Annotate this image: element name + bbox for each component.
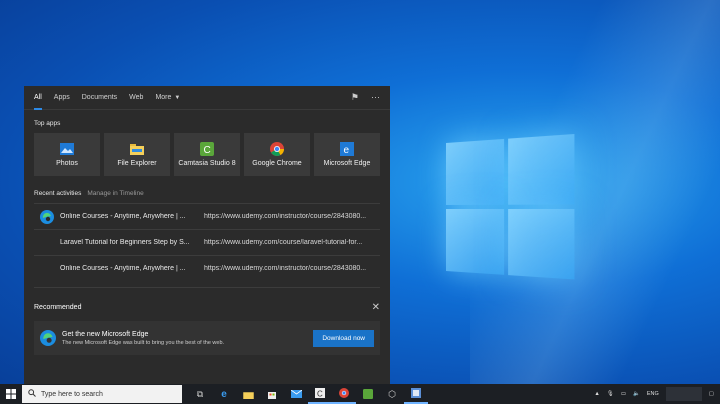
- recent-item-url: https://www.udemy.com/instructor/course/…: [204, 213, 367, 220]
- app-label: Camtasia Studio 8: [178, 160, 236, 167]
- windows-logo: [446, 133, 579, 285]
- recent-list: Online Courses - Anytime, Anywhere | ...…: [24, 203, 390, 281]
- search-placeholder: Type here to search: [41, 390, 103, 398]
- app-tile-edge[interactable]: e Microsoft Edge: [314, 133, 380, 176]
- folder-icon[interactable]: [236, 384, 260, 404]
- photos-icon: [60, 142, 74, 156]
- task-view-icon[interactable]: ⧉: [188, 384, 212, 404]
- close-icon[interactable]: ✕: [372, 302, 380, 313]
- notifications-icon[interactable]: ▢: [709, 391, 714, 397]
- recommended-title: Recommended: [34, 304, 82, 311]
- app-label: Photos: [56, 160, 78, 167]
- app-label: File Explorer: [117, 160, 157, 167]
- svg-text:C: C: [317, 390, 323, 399]
- app-tile-chrome[interactable]: Google Chrome: [244, 133, 310, 176]
- recommended-text: Get the new Microsoft Edge The new Micro…: [62, 331, 224, 346]
- edge-icon: [40, 330, 56, 346]
- network-icon[interactable]: ▭: [621, 391, 626, 397]
- camtasia-recorder-icon[interactable]: C: [308, 384, 332, 404]
- tab-more-label: More: [155, 94, 172, 101]
- edge-icon: e: [340, 142, 354, 156]
- language-indicator[interactable]: ENG: [647, 391, 659, 397]
- edge-icon[interactable]: e: [212, 384, 236, 404]
- app-tile-photos[interactable]: Photos: [34, 133, 100, 176]
- app-tile-camtasia[interactable]: C Camtasia Studio 8: [174, 133, 240, 176]
- tab-more[interactable]: More ▼: [155, 86, 180, 110]
- camtasia-icon[interactable]: [356, 384, 380, 404]
- app-tile-file-explorer[interactable]: File Explorer: [104, 133, 170, 176]
- clock-area[interactable]: [665, 387, 702, 401]
- more-options-icon[interactable]: ···: [371, 92, 380, 103]
- cube-icon[interactable]: ⬡: [380, 384, 404, 404]
- taskbar-pinned-apps: ⧉ e C ⬡: [188, 384, 428, 404]
- microphone-icon[interactable]: 🎙: [607, 391, 614, 397]
- recent-item[interactable]: Online Courses - Anytime, Anywhere | ...…: [34, 255, 380, 281]
- recommended-card-subtitle: The new Microsoft Edge was built to brin…: [62, 339, 225, 346]
- store-icon[interactable]: [260, 384, 284, 404]
- snipping-tool-icon[interactable]: [404, 384, 428, 404]
- taskbar: Type here to search ⧉ e C ⬡ ▲ 🎙 ▭ 🔈 ENG …: [0, 384, 720, 404]
- top-apps-title: Top apps: [34, 120, 61, 127]
- svg-text:C: C: [204, 145, 211, 156]
- app-label: Microsoft Edge: [323, 160, 371, 167]
- taskbar-search-input[interactable]: Type here to search: [22, 385, 182, 403]
- volume-icon[interactable]: 🔈: [633, 391, 640, 397]
- search-nav: All Apps Documents Web More ▼ ⚑ ···: [24, 86, 390, 110]
- windows-start-icon: [6, 389, 16, 399]
- recommended-heading: Recommended ✕: [34, 287, 380, 319]
- tab-apps[interactable]: Apps: [54, 86, 70, 110]
- recent-title: Recent activities: [34, 190, 82, 197]
- search-icon: [28, 389, 36, 399]
- recent-item-url: https://www.udemy.com/course/laravel-tut…: [204, 239, 363, 246]
- recent-item-title: Laravel Tutorial for Beginners Step by S…: [60, 239, 190, 246]
- recent-heading: Recent activities Manage in Timeline: [24, 176, 390, 203]
- recent-item-title: Online Courses - Anytime, Anywhere | ...: [60, 213, 186, 220]
- system-tray: ▲ 🎙 ▭ 🔈 ENG ▢: [594, 387, 720, 401]
- edge-icon: [40, 209, 54, 224]
- chrome-icon: [270, 142, 284, 156]
- recommended-card[interactable]: Get the new Microsoft Edge The new Micro…: [34, 321, 380, 355]
- search-panel: All Apps Documents Web More ▼ ⚑ ··· Top …: [24, 86, 390, 384]
- svg-text:e: e: [344, 145, 350, 156]
- app-label: Google Chrome: [252, 160, 302, 167]
- start-button[interactable]: [0, 384, 22, 404]
- chrome-icon[interactable]: [332, 384, 356, 404]
- manage-timeline-link[interactable]: Manage in Timeline: [87, 190, 143, 197]
- chevron-up-icon[interactable]: ▲: [594, 391, 599, 397]
- top-apps-heading: Top apps: [24, 110, 390, 133]
- recent-item-title: Online Courses - Anytime, Anywhere | ...: [60, 265, 186, 272]
- recent-item[interactable]: Online Courses - Anytime, Anywhere | ...…: [34, 203, 380, 229]
- recent-item[interactable]: Laravel Tutorial for Beginners Step by S…: [34, 229, 380, 255]
- recent-item-url: https://www.udemy.com/instructor/course/…: [204, 265, 367, 272]
- feedback-icon[interactable]: ⚑: [351, 92, 359, 103]
- download-now-button[interactable]: Download now: [313, 329, 374, 347]
- folder-icon: [130, 142, 144, 156]
- top-apps-list: Photos File Explorer C Camtasia Studio 8…: [24, 133, 390, 176]
- mail-icon[interactable]: [284, 384, 308, 404]
- tab-all[interactable]: All: [34, 86, 42, 110]
- recommended-card-title: Get the new Microsoft Edge: [62, 330, 149, 338]
- tab-documents[interactable]: Documents: [82, 86, 117, 110]
- camtasia-icon: C: [200, 142, 214, 156]
- chevron-down-icon: ▼: [174, 94, 181, 101]
- tab-web[interactable]: Web: [129, 86, 143, 110]
